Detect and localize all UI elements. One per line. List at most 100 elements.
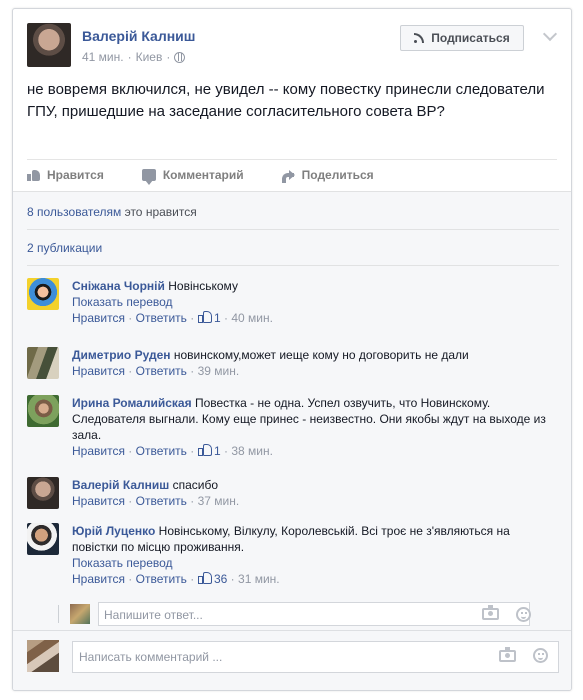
composer-avatar [27,640,59,672]
reply-composer: Напишите ответ... [58,602,544,627]
comment-body: Ирина Ромалийская Повестка - не одна. Ус… [72,395,547,459]
like-action-label: Нравится [47,167,104,182]
composer-divider [13,630,571,631]
comment-like-count[interactable]: 36 [214,572,227,586]
comment-icon [141,168,156,185]
meta-dot: · [230,572,235,586]
show-translation-link[interactable]: Показать перевод [72,555,547,571]
chevron-down-icon[interactable] [542,26,558,42]
post-header: Валерій Калниш 41 мин. · Киев · Подписат… [27,23,558,69]
comment-avatar[interactable] [27,395,59,427]
comment-time[interactable]: 38 мин. [231,444,273,458]
comment-author[interactable]: Валерій Калниш [72,478,169,492]
comment-like-link[interactable]: Нравится [72,494,125,508]
globe-icon [174,51,186,63]
comment-like-link[interactable]: Нравится [72,444,125,458]
comment-item: Валерій Калниш спасибо Нравится · Ответи… [27,477,547,515]
show-translation-link[interactable]: Показать перевод [72,294,547,310]
meta-dot: · [128,444,133,458]
meta-dot: · [224,444,228,458]
comment-text: новинскому,может иеще кому но договорить… [173,348,469,362]
comment-composer: Написать комментарий ... [27,640,559,676]
meta-separator: · [127,50,132,64]
comment-author[interactable]: Юрій Луценко [72,524,155,538]
comment-reply-link[interactable]: Ответить [136,364,187,378]
comment-reply-link[interactable]: Ответить [136,572,187,586]
likes-summary-link[interactable]: 8 пользователям [27,205,121,219]
comment-item: Юрій Луценко Новінському, Вілкулу, Корол… [27,523,547,595]
post-text: не вовремя включился, не увидел -- кому … [27,81,545,120]
comment-author[interactable]: Сніжана Чорній [72,279,165,293]
summary-divider [27,229,559,230]
thumb-up-icon [197,572,212,584]
thumb-up-icon [27,169,40,181]
meta-dot: · [190,444,195,458]
smile-icon[interactable] [533,648,548,663]
comment-avatar[interactable] [27,278,59,310]
comment-time[interactable]: 31 мин. [238,572,280,586]
comment-meta: Нравится · Ответить · 36 · 31 мин. [72,571,547,587]
comment-item: Диметрио Руден новинскому,может иеще ком… [27,347,547,385]
meta-dot: · [190,364,195,378]
comment-body: Юрій Луценко Новінському, Вілкулу, Корол… [72,523,547,587]
comment-author[interactable]: Ирина Ромалийская [72,396,192,410]
shares-divider [27,265,559,266]
comment-reply-link[interactable]: Ответить [136,311,187,325]
share-icon [281,169,295,183]
comment-like-link[interactable]: Нравится [72,311,125,325]
meta-dot: · [190,311,195,325]
reply-thread-line [58,605,59,623]
likes-summary: 8 пользователям это нравится [27,205,197,219]
comment-item: Ирина Ромалийская Повестка - не одна. Ус… [27,395,547,467]
comment-text: спасибо [172,478,219,492]
comment-author[interactable]: Диметрио Руден [72,348,170,362]
comment-reply-link[interactable]: Ответить [136,494,187,508]
comment-time[interactable]: 40 мин. [231,311,273,325]
comment-action[interactable]: Комментарий [141,167,244,185]
comment-action-label: Комментарий [162,167,244,182]
meta-dot: · [190,572,195,586]
comment-avatar[interactable] [27,347,59,379]
comment-avatar[interactable] [27,523,59,555]
comment-item: Сніжана Чорній Новінському Показать пере… [27,278,547,336]
comment-like-count[interactable]: 1 [214,444,221,458]
reply-input[interactable]: Напишите ответ... [98,602,530,626]
post-feedback: 8 пользователям это нравится 2 публикаци… [13,191,571,690]
camera-icon[interactable] [499,647,516,662]
comment-meta: Нравится · Ответить · 1 · 38 мин. [72,443,547,459]
comment-time[interactable]: 39 мин. [198,364,240,378]
meta-dot: · [128,311,133,325]
meta-dot: · [190,494,195,508]
comment-avatar[interactable] [27,477,59,509]
post-meta: 41 мин. · Киев · [82,50,186,64]
thumb-up-icon [197,444,212,456]
camera-icon[interactable] [482,605,499,620]
rss-icon [414,33,425,43]
comment-body: Сніжана Чорній Новінському Показать пере… [72,278,547,326]
like-action[interactable]: Нравится [27,168,104,182]
follow-button-label: Подписаться [431,31,510,45]
comment-like-link[interactable]: Нравится [72,572,125,586]
meta-dot: · [128,494,133,508]
shares-summary[interactable]: 2 публикации [27,241,102,255]
comment-body: Валерій Калниш спасибо Нравится · Ответи… [72,477,547,509]
comment-meta: Нравится · Ответить · 39 мин. [72,363,547,379]
share-action[interactable]: Поделиться [281,168,374,183]
comment-text: Новінському [168,279,238,293]
comment-like-count[interactable]: 1 [214,311,221,325]
comment-time[interactable]: 37 мин. [198,494,240,508]
comment-input[interactable]: Написать комментарий ... [72,641,559,673]
author-avatar[interactable] [27,23,71,67]
reply-avatar [70,604,90,624]
follow-button[interactable]: Подписаться [400,25,524,51]
smile-icon[interactable] [516,607,531,622]
comment-meta: Нравится · Ответить · 37 мин. [72,493,547,509]
post-location[interactable]: Киев [136,50,163,64]
post-action-bar: Нравится Комментарий Поделиться [27,159,557,189]
post-author-name[interactable]: Валерій Калниш [82,28,195,44]
comment-reply-link[interactable]: Ответить [136,444,187,458]
meta-separator-2: · [166,50,171,64]
comment-like-link[interactable]: Нравится [72,364,125,378]
post-time[interactable]: 41 мин. [82,50,124,64]
comment-body: Диметрио Руден новинскому,может иеще ком… [72,347,547,379]
